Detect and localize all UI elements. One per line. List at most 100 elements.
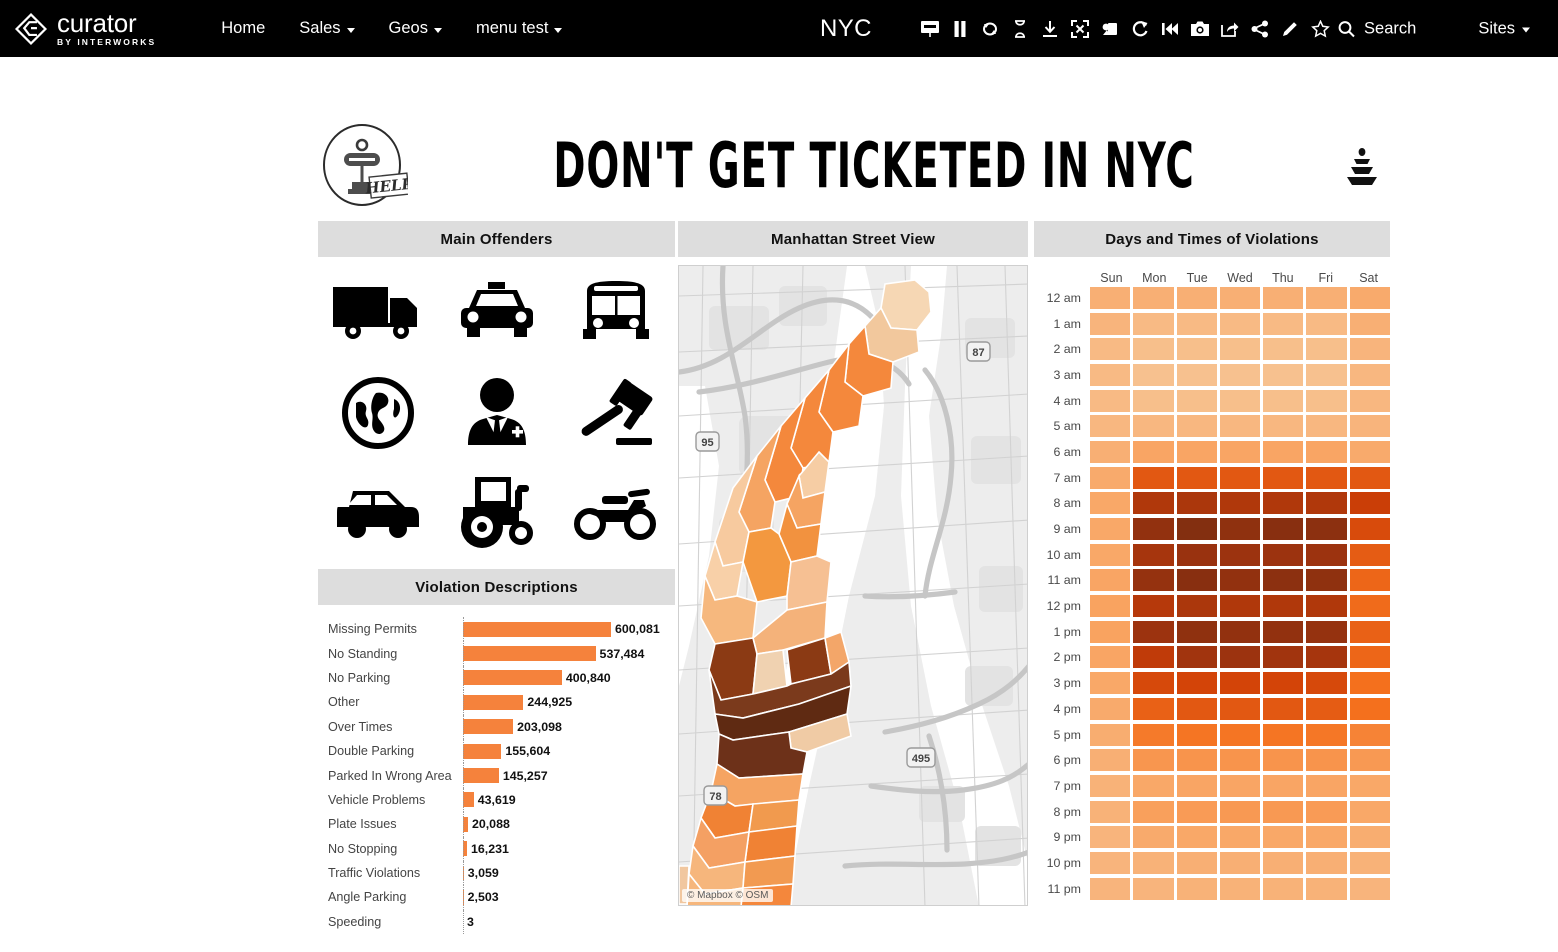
bar-row[interactable]: Parked In Wrong Area 145,257 [328, 763, 675, 788]
heatmap-cell[interactable] [1176, 492, 1217, 515]
heatmap-cell[interactable] [1263, 595, 1304, 618]
heatmap-cell[interactable] [1306, 723, 1347, 746]
heatmap-cell[interactable] [1133, 672, 1174, 695]
heatmap-cell[interactable] [1090, 569, 1131, 592]
heatmap-cell[interactable] [1090, 312, 1131, 335]
heatmap-cell[interactable] [1349, 826, 1390, 849]
heatmap-cell[interactable] [1176, 774, 1217, 797]
manhattan-map[interactable]: 95 87 495 78 © Mapbox © OSM [678, 265, 1028, 906]
bar-row[interactable]: Plate Issues 20,088 [328, 812, 675, 837]
heatmap-cell[interactable] [1263, 697, 1304, 720]
heatmap-cell[interactable] [1263, 363, 1304, 386]
heatmap-cell[interactable] [1176, 749, 1217, 772]
bar-row[interactable]: Angle Parking 2,503 [328, 885, 675, 910]
heatmap-cell[interactable] [1176, 800, 1217, 823]
heatmap-cell[interactable] [1219, 774, 1261, 797]
heatmap-cell[interactable] [1219, 723, 1261, 746]
heatmap-cell[interactable] [1219, 851, 1261, 874]
heatmap-cell[interactable] [1219, 492, 1261, 515]
heatmap-cell[interactable] [1090, 749, 1131, 772]
heatmap-cell[interactable] [1133, 440, 1174, 463]
heatmap-cell[interactable] [1133, 389, 1174, 412]
heatmap-cell[interactable] [1133, 877, 1174, 900]
heatmap-cell[interactable] [1263, 646, 1304, 669]
bar-row[interactable]: No Parking 400,840 [328, 665, 675, 691]
loop-icon[interactable] [975, 14, 1005, 44]
heatmap-cell[interactable] [1090, 440, 1131, 463]
heatmap-cell[interactable] [1176, 518, 1217, 541]
heatmap-cell[interactable] [1219, 672, 1261, 695]
sites-menu-button[interactable]: Sites [1464, 19, 1544, 38]
heatmap-cell[interactable] [1176, 646, 1217, 669]
heatmap-cell[interactable] [1306, 543, 1347, 566]
motorcycle-icon[interactable] [572, 486, 660, 540]
heatmap-cell[interactable] [1349, 569, 1390, 592]
heatmap-cell[interactable] [1176, 595, 1217, 618]
heatmap-cell[interactable] [1263, 466, 1304, 489]
heatmap-cell[interactable] [1133, 851, 1174, 874]
heatmap-cell[interactable] [1349, 518, 1390, 541]
heatmap-cell[interactable] [1306, 595, 1347, 618]
heatmap-cell[interactable] [1133, 338, 1174, 361]
heatmap-cell[interactable] [1306, 851, 1347, 874]
heatmap-cell[interactable] [1263, 877, 1304, 900]
nav-item-home[interactable]: Home [204, 19, 282, 38]
heatmap-cell[interactable] [1263, 620, 1304, 643]
refresh-icon[interactable] [1125, 14, 1155, 44]
bar-row[interactable]: Missing Permits 600,081 [328, 617, 675, 642]
heatmap-cell[interactable] [1133, 492, 1174, 515]
heatmap-cell[interactable] [1133, 518, 1174, 541]
brand-logo[interactable]: curator BY INTERWORKS [14, 10, 156, 48]
gavel-icon[interactable] [578, 376, 654, 450]
heatmap-cell[interactable] [1090, 466, 1131, 489]
heatmap-cell[interactable] [1090, 646, 1131, 669]
heatmap-cell[interactable] [1219, 646, 1261, 669]
heatmap-cell[interactable] [1176, 543, 1217, 566]
heatmap-cell[interactable] [1219, 877, 1261, 900]
heatmap-cell[interactable] [1133, 415, 1174, 438]
heatmap-cell[interactable] [1176, 569, 1217, 592]
heatmap-cell[interactable] [1263, 286, 1304, 309]
hourglass-icon[interactable] [1005, 14, 1035, 44]
heatmap-cell[interactable] [1176, 620, 1217, 643]
heatmap-cell[interactable] [1263, 774, 1304, 797]
heatmap-cell[interactable] [1219, 826, 1261, 849]
heatmap-cell[interactable] [1176, 363, 1217, 386]
heatmap-cell[interactable] [1090, 851, 1131, 874]
heatmap-cell[interactable] [1176, 312, 1217, 335]
bus-icon[interactable] [581, 281, 651, 345]
heatmap-cell[interactable] [1133, 595, 1174, 618]
heatmap-cell[interactable] [1349, 389, 1390, 412]
heatmap-cell[interactable] [1306, 466, 1347, 489]
heatmap-cell[interactable] [1090, 338, 1131, 361]
heatmap-cell[interactable] [1219, 389, 1261, 412]
heatmap-cell[interactable] [1263, 826, 1304, 849]
bar-row[interactable]: No Stopping 16,231 [328, 836, 675, 861]
heatmap-cell[interactable] [1133, 800, 1174, 823]
heatmap-cell[interactable] [1306, 569, 1347, 592]
pause-icon[interactable] [945, 14, 975, 44]
highlight-icon[interactable] [1095, 14, 1125, 44]
nav-item-sales[interactable]: Sales [282, 19, 371, 38]
heatmap-cell[interactable] [1306, 492, 1347, 515]
heatmap-cell[interactable] [1176, 415, 1217, 438]
heatmap-cell[interactable] [1090, 697, 1131, 720]
share-icon[interactable] [1245, 14, 1275, 44]
export-icon[interactable] [1215, 14, 1245, 44]
officer-icon[interactable] [464, 377, 530, 449]
heatmap-cell[interactable] [1090, 774, 1131, 797]
heatmap-cell[interactable] [1176, 389, 1217, 412]
heatmap-cell[interactable] [1176, 286, 1217, 309]
heatmap-cell[interactable] [1306, 826, 1347, 849]
heatmap-cell[interactable] [1263, 723, 1304, 746]
heatmap-cell[interactable] [1306, 800, 1347, 823]
heatmap-cell[interactable] [1219, 620, 1261, 643]
heatmap-cell[interactable] [1090, 877, 1131, 900]
heatmap-cell[interactable] [1090, 363, 1131, 386]
heatmap-cell[interactable] [1219, 595, 1261, 618]
globe-icon[interactable] [341, 377, 414, 449]
heatmap-cell[interactable] [1176, 338, 1217, 361]
heatmap-cell[interactable] [1306, 363, 1347, 386]
heatmap-cell[interactable] [1349, 466, 1390, 489]
heatmap-cell[interactable] [1219, 286, 1261, 309]
